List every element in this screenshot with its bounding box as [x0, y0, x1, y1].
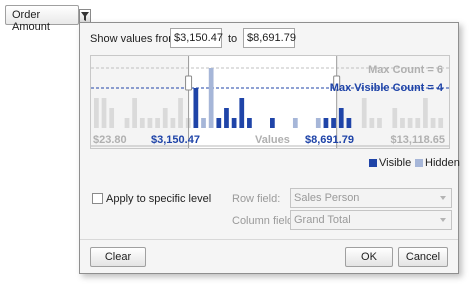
value-histogram[interactable]: Max Count = 6 Max Visible Count = 4 $23.… [90, 55, 450, 149]
order-amount-field-header[interactable]: Order Amount [5, 5, 91, 33]
histogram-bar [201, 118, 206, 128]
axis-title: Values [255, 134, 290, 146]
histogram-bar [247, 118, 252, 128]
histogram-bar [239, 98, 245, 128]
histogram-bar [147, 118, 153, 128]
histogram-bar [224, 108, 229, 128]
histogram-bar [132, 98, 138, 128]
histogram-bar [193, 88, 199, 128]
histogram-bar [438, 118, 444, 128]
column-field-select[interactable]: Grand Total [290, 210, 452, 230]
histogram-bar [361, 98, 367, 128]
max-visible-count-label: Max Visible Count = 4 [329, 82, 443, 94]
legend-visible-swatch [369, 159, 377, 167]
histogram-bar [170, 118, 176, 128]
legend-hidden-swatch [415, 159, 423, 167]
row-field-value: Sales Person [294, 192, 360, 204]
histogram-bar [208, 68, 214, 128]
chevron-down-icon [440, 196, 446, 200]
histogram-bar [216, 118, 222, 128]
histogram-bar [109, 108, 115, 128]
to-label: to [228, 33, 238, 45]
histogram-bar [369, 118, 375, 128]
field-header-label: Order Amount [12, 9, 50, 33]
cancel-button[interactable]: Cancel [398, 247, 448, 267]
filter-popup: Show values from $3,150.47 to $8,691.79 … [79, 22, 460, 274]
histogram-bar [292, 118, 298, 128]
apply-level-checkbox[interactable] [92, 193, 103, 204]
axis-from-label: $3,150.47 [151, 134, 200, 146]
histogram-bar [101, 98, 107, 128]
histogram-bar [430, 118, 436, 128]
footer-divider [80, 239, 458, 240]
histogram-bar [407, 118, 413, 128]
histogram-bar [139, 118, 145, 128]
histogram-bar [231, 118, 237, 128]
histogram-bar [400, 118, 405, 128]
clear-button[interactable]: Clear [90, 247, 146, 267]
histogram-bar [423, 98, 428, 128]
histogram-bar [315, 118, 321, 128]
histogram-bar [338, 108, 344, 128]
axis-to-label: $8,691.79 [305, 134, 354, 146]
column-field-label: Column field: [232, 215, 297, 227]
filter-icon[interactable] [79, 9, 91, 23]
apply-level-label[interactable]: Apply to specific level [106, 193, 211, 205]
from-value-input[interactable]: $3,150.47 [170, 28, 223, 48]
legend-hidden-label: Hidden [425, 157, 460, 169]
row-field-select[interactable]: Sales Person [290, 188, 452, 208]
ok-button[interactable]: OK [345, 247, 393, 267]
histogram-bar [155, 118, 160, 128]
max-count-label: Max Count = 6 [368, 64, 443, 76]
histogram-bar [162, 108, 168, 128]
histogram-bar [124, 118, 130, 128]
legend-visible-label: Visible [379, 157, 412, 169]
axis-min-label: $23.80 [93, 134, 127, 146]
range-start-handle[interactable] [185, 75, 193, 91]
histogram-bar [331, 118, 336, 128]
histogram-bar [270, 118, 275, 128]
histogram-bar [94, 98, 99, 128]
to-value-input[interactable]: $8,691.79 [243, 28, 296, 48]
column-field-value: Grand Total [294, 214, 351, 226]
histogram-bar [377, 118, 382, 128]
axis-max-label: $13,118.65 [390, 134, 445, 146]
row-field-label: Row field: [232, 193, 281, 205]
histogram-bar [392, 108, 398, 128]
histogram-bar [415, 118, 421, 128]
histogram-bar [346, 118, 352, 128]
chevron-down-icon [440, 218, 446, 222]
show-values-from-label: Show values from [90, 33, 178, 45]
histogram-bar [323, 118, 329, 128]
histogram-bar [178, 98, 183, 128]
